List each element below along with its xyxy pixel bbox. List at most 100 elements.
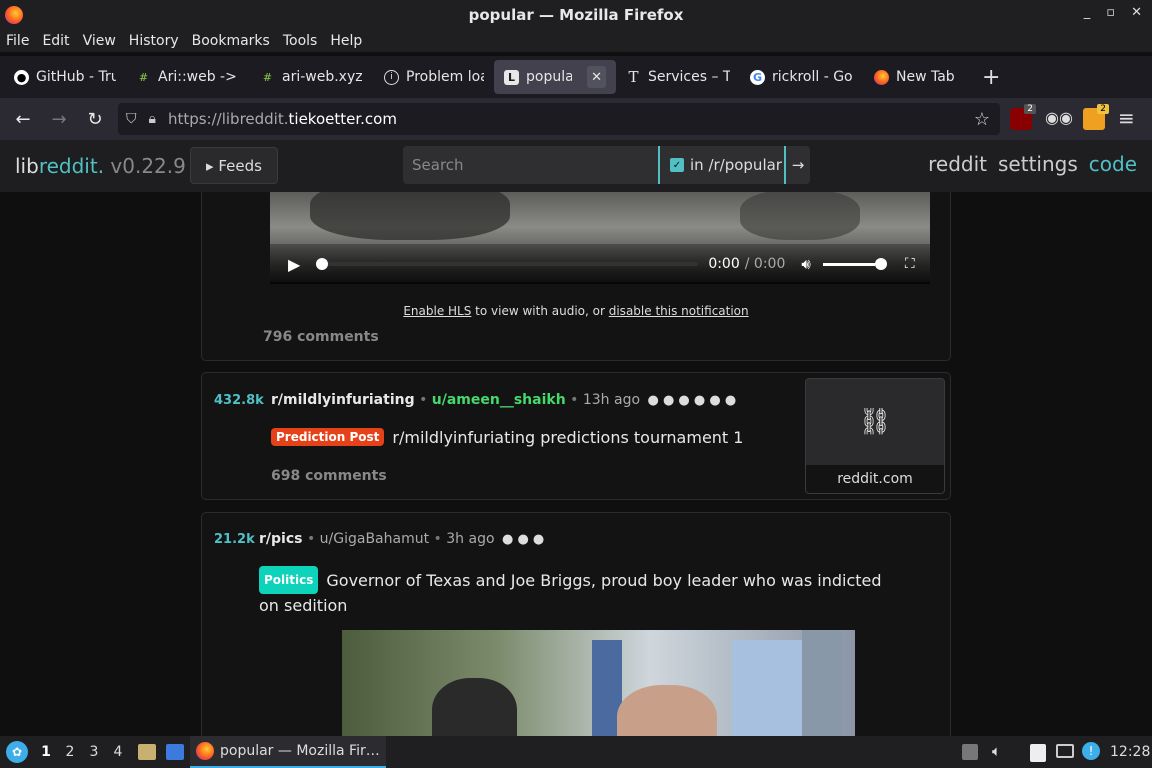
tray-arrow-icon[interactable]: [962, 744, 978, 760]
checkbox-icon[interactable]: ✓: [670, 158, 684, 172]
subreddit-link[interactable]: r/mildlyinfuriating: [271, 392, 415, 408]
thumbnail-domain: reddit.com: [806, 465, 944, 493]
menu-bookmarks[interactable]: Bookmarks: [192, 33, 270, 49]
libreddit-brand[interactable]: libreddit. v0.22.9: [15, 154, 186, 178]
title-bar: popular — Mozilla Firefox _ ▫ ✕: [0, 0, 1152, 30]
lock-icon[interactable]: 🔒︎: [149, 111, 156, 127]
file-manager-icon[interactable]: [138, 744, 156, 760]
tab-bar: ● GitHub - Tru # Ari::web -> # ari-web.x…: [0, 56, 1152, 98]
settings-link[interactable]: settings: [998, 152, 1078, 176]
nav-bar: ← → ↻ ⛉ 🔒︎ https://libreddit. tiekoetter.…: [0, 98, 1152, 140]
libreddit-icon: L: [504, 69, 519, 85]
hamburger-menu-icon[interactable]: ≡: [1118, 106, 1135, 130]
workspace-4[interactable]: 4: [106, 744, 130, 760]
google-icon: G: [750, 69, 765, 85]
post-feed: ▶ 0:00 / 0:00 🔊︎ ⛶ Enable HLS to view wi…: [0, 192, 1152, 736]
bookmark-star-icon[interactable]: ☆: [974, 109, 990, 130]
taskbar: ✿ 1 2 3 4 popular — Mozilla Fir… 🔈︎ ! 12…: [0, 736, 1152, 768]
close-button[interactable]: ✕: [1131, 5, 1142, 20]
award-icons: ● ● ● ● ● ●: [647, 393, 737, 408]
video-controls: ▶ 0:00 / 0:00 🔊︎ ⛶: [270, 244, 930, 284]
volume-tray-icon[interactable]: 🔈︎: [992, 742, 1001, 760]
search-submit-button[interactable]: →: [786, 146, 810, 184]
maximize-button[interactable]: ▫: [1106, 5, 1115, 20]
extension-count-badge: 2: [1097, 104, 1109, 114]
workspace-3[interactable]: 3: [82, 744, 106, 760]
window-title: popular — Mozilla Firefox: [468, 6, 684, 24]
volume-icon[interactable]: 🔊︎: [801, 255, 810, 273]
shield-icon[interactable]: ⛉: [126, 111, 137, 127]
menu-tools[interactable]: Tools: [283, 33, 318, 49]
post-meta: r/mildlyinfuriating • u/ameen__shaikh • …: [271, 392, 737, 408]
subreddit-link[interactable]: r/pics: [259, 531, 302, 547]
show-desktop-icon[interactable]: [166, 744, 184, 760]
workspace-2[interactable]: 2: [58, 744, 82, 760]
comments-link[interactable]: 698 comments: [271, 468, 387, 484]
new-tab-button[interactable]: +: [982, 65, 1000, 90]
clipboard-icon[interactable]: [1030, 744, 1046, 762]
back-arrow-icon[interactable]: ←: [5, 109, 41, 130]
author-link[interactable]: u/GigaBahamut: [320, 531, 429, 547]
tab-github[interactable]: ● GitHub - Tru: [4, 60, 126, 94]
github-icon: ●: [14, 69, 29, 85]
info-icon: i: [384, 69, 399, 85]
volume-handle[interactable]: [874, 258, 887, 270]
tab-ariweb[interactable]: # Ari::web ->: [126, 60, 250, 94]
menu-help[interactable]: Help: [330, 33, 362, 49]
enable-hls-link[interactable]: Enable HLS: [403, 304, 471, 318]
seek-bar[interactable]: [328, 262, 699, 266]
ublock-icon[interactable]: 2: [1010, 104, 1036, 130]
notification-icon[interactable]: !: [1082, 742, 1100, 760]
tab-services[interactable]: T Services – T: [616, 60, 740, 94]
minimize-button[interactable]: _: [1084, 5, 1091, 20]
post-meta: r/pics • u/GigaBahamut • 3h ago ● ● ●: [259, 531, 545, 547]
tab-problem-loading[interactable]: i Problem loa: [374, 60, 494, 94]
tab-close-icon[interactable]: ✕: [587, 66, 606, 88]
menu-history[interactable]: History: [129, 33, 179, 49]
privacy-badger-icon[interactable]: ◉◉: [1045, 108, 1073, 130]
tab-popular[interactable]: L popular ✕: [494, 60, 616, 94]
menu-view[interactable]: View: [83, 33, 116, 49]
extension-icon[interactable]: 2: [1083, 104, 1109, 130]
post-image[interactable]: [342, 630, 855, 736]
post-score: 21.2k: [214, 532, 255, 547]
reddit-link[interactable]: reddit: [928, 152, 987, 176]
reload-icon[interactable]: ↻: [77, 109, 113, 130]
post-thumbnail[interactable]: ⛓ reddit.com: [805, 378, 945, 494]
firefox-icon: [5, 6, 23, 24]
menu-file[interactable]: File: [6, 33, 29, 49]
comments-link[interactable]: 796 comments: [263, 329, 379, 345]
version-label: v0.22.9: [104, 154, 186, 178]
disable-notification-link[interactable]: disable this notification: [609, 304, 749, 318]
text-icon: T: [628, 68, 639, 86]
seek-handle[interactable]: [316, 258, 329, 270]
network-icon[interactable]: [1056, 744, 1074, 758]
play-icon[interactable]: ▶: [288, 255, 300, 274]
hash-icon: #: [262, 70, 273, 84]
clock[interactable]: 12:28: [1110, 744, 1150, 760]
post-score: 432.8k: [214, 393, 264, 408]
tab-new-tab[interactable]: New Tab: [864, 60, 968, 94]
author-link[interactable]: u/ameen__shaikh: [432, 392, 566, 408]
hash-icon: #: [138, 70, 149, 84]
libreddit-nav: libreddit. v0.22.9 ▸ Feeds Search ✓ in /…: [0, 140, 1152, 192]
url-host: tiekoetter.com: [288, 110, 397, 128]
forward-arrow-icon[interactable]: →: [41, 109, 77, 130]
url-prefix: https://libreddit.: [167, 110, 289, 128]
award-icons: ● ● ●: [501, 532, 545, 547]
url-bar[interactable]: ⛉ 🔒︎ https://libreddit. tiekoetter.com ☆: [118, 103, 1000, 135]
tab-rickroll[interactable]: G rickroll - Go: [740, 60, 864, 94]
tab-ariweb-xyz[interactable]: # ari-web.xyz: [250, 60, 374, 94]
menu-edit[interactable]: Edit: [42, 33, 69, 49]
search-input[interactable]: Search: [403, 146, 658, 184]
taskbar-firefox-window[interactable]: popular — Mozilla Fir…: [190, 736, 386, 768]
post-age: 3h ago: [446, 531, 495, 547]
workspace-1[interactable]: 1: [34, 744, 58, 760]
feeds-button[interactable]: ▸ Feeds: [190, 147, 278, 184]
volume-slider[interactable]: [822, 262, 875, 266]
code-link[interactable]: code: [1089, 152, 1137, 176]
restrict-subreddit-toggle[interactable]: ✓ in /r/popular: [658, 146, 786, 184]
duration: / 0:00: [744, 256, 786, 272]
app-launcher-icon[interactable]: ✿: [6, 741, 28, 763]
fullscreen-icon[interactable]: ⛶: [905, 256, 915, 272]
